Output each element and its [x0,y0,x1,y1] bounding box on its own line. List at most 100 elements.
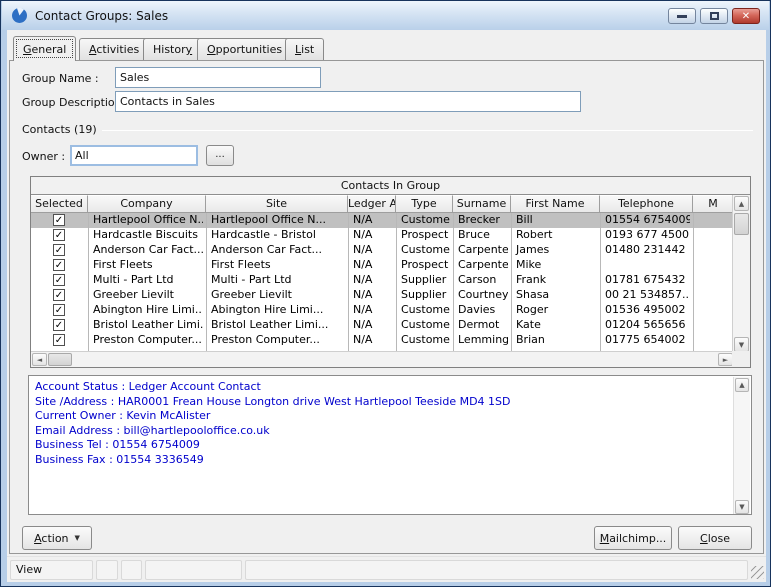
column-header[interactable]: Selected [31,195,88,213]
column-header[interactable]: First Name [511,195,600,213]
cell-surname: Bruce [454,228,508,243]
table-row[interactable]: ✓Hartlepool Office N...Hartlepool Office… [31,213,734,228]
scroll-left-button[interactable]: ◄ [32,353,47,366]
column-header[interactable]: Site [206,195,348,213]
scroll-right-icon: ► [723,356,728,364]
column-header[interactable]: Surname [453,195,511,213]
cell-ledger: N/A [349,333,393,348]
details-scrollbar[interactable]: ▲ ▼ [733,377,750,515]
detail-line: Business Tel : 01554 6754009 [29,438,751,453]
cell-surname: Brecker [454,213,508,228]
close-icon: ✕ [742,11,750,22]
tab-list[interactable]: List [285,38,324,60]
cell-type: Customer [397,318,450,333]
column-divider [600,213,601,353]
cell-type: Customer [397,303,450,318]
owner-input[interactable]: All [70,145,198,166]
cell-first-name: Shasa [512,288,597,303]
cell-telephone: 01536 495002 [601,303,690,318]
row-checkbox[interactable]: ✓ [53,274,65,286]
scroll-down-button[interactable]: ▼ [734,337,749,352]
contacts-section-divider [102,130,753,131]
scroll-right-button[interactable]: ► [718,353,733,366]
row-checkbox[interactable]: ✓ [53,304,65,316]
cell-first-name: Brian [512,333,597,348]
contacts-grid: Contacts In Group SelectedCompanySiteLed… [30,176,751,368]
table-row[interactable]: ✓Multi - Part LtdMulti - Part LtdN/ASupp… [31,273,734,288]
tab-general[interactable]: General [13,36,76,61]
check-icon: ✓ [55,290,63,301]
row-checkbox[interactable]: ✓ [53,244,65,256]
grid-vertical-scrollbar[interactable]: ▲ ▼ [732,195,750,353]
cell-ledger: N/A [349,318,393,333]
scroll-up-button[interactable]: ▲ [734,196,749,211]
cell-surname: Courtney [454,288,508,303]
status-panel [96,560,118,580]
status-panel-view: View [10,560,93,580]
tab-page-general: Group Name : Sales Group Description : C… [9,60,764,554]
check-icon: ✓ [55,335,63,346]
details-scroll-down-button[interactable]: ▼ [735,500,749,514]
column-header[interactable]: Company [88,195,206,213]
owner-browse-button[interactable]: ... [206,145,234,166]
details-scroll-up-button[interactable]: ▲ [735,378,749,392]
row-checkbox[interactable]: ✓ [53,319,65,331]
status-panel [145,560,242,580]
cell-first-name: Robert [512,228,597,243]
cell-telephone: 01781 675432 [601,273,690,288]
cell-ledger: N/A [349,273,393,288]
detail-lines: Account Status : Ledger Account ContactS… [29,376,751,467]
row-checkbox[interactable]: ✓ [53,229,65,241]
row-checkbox[interactable]: ✓ [53,334,65,346]
group-name-input[interactable]: Sales [115,67,321,88]
maximize-button[interactable] [700,8,728,24]
column-divider [511,213,512,353]
table-row[interactable]: ✓ Preston Computer... Preston Computer... N… [31,333,734,348]
cell-surname: Davies [454,303,508,318]
column-divider [453,213,454,353]
cell-ledger: N/A [349,303,393,318]
tab-history[interactable]: History [143,38,202,60]
cell-telephone: 00 21 534857... [601,288,690,303]
dialog-content: General Activities History Opportunities… [7,30,766,582]
cell-site: Hardcastle - Bristol [207,228,345,243]
minimize-button[interactable] [668,8,696,24]
action-button[interactable]: Action ▼ [22,526,92,550]
grid-horizontal-scrollbar[interactable]: ◄ ► [31,351,734,367]
cell-surname: Carpenter [454,258,508,273]
group-description-input[interactable]: Contacts in Sales [115,91,581,112]
table-row[interactable]: ✓Greeber LieviltGreeber LieviltN/ASuppli… [31,288,734,303]
column-header[interactable]: M [693,195,734,213]
cell-ledger: N/A [349,288,393,303]
row-checkbox[interactable]: ✓ [53,259,65,271]
cell-type: Customer [397,333,450,348]
tab-opportunities[interactable]: Opportunities [197,38,292,60]
table-row[interactable]: ✓Hardcastle BiscuitsHardcastle - Bristol… [31,228,734,243]
cell-type: Customer [397,243,450,258]
scrollbar-corner [732,351,750,367]
row-checkbox[interactable]: ✓ [53,289,65,301]
table-row[interactable]: ✓Bristol Leather Limi...Bristol Leather … [31,318,734,333]
column-header[interactable]: Type [396,195,453,213]
cell-telephone [601,258,690,273]
mailchimp-button[interactable]: Mailchimp... [594,526,672,550]
column-header[interactable]: Telephone [600,195,693,213]
cell-site: Hartlepool Office N... [207,213,345,228]
cell-first-name: Roger [512,303,597,318]
cell-company: Preston Computer... [89,333,203,348]
column-header[interactable]: Ledger A/C [348,195,396,213]
close-dialog-button[interactable]: Close [678,526,752,550]
close-button[interactable]: ✕ [732,8,760,24]
cell-site: Bristol Leather Limi... [207,318,345,333]
table-row[interactable]: ✓First FleetsFirst FleetsN/AProspectCarp… [31,258,734,273]
cell-telephone: 01775 654002 [601,333,690,348]
app-icon [11,7,28,24]
row-checkbox[interactable]: ✓ [53,214,65,226]
table-row[interactable]: ✓Anderson Car Fact...Anderson Car Fact..… [31,243,734,258]
cell-site: Preston Computer... [207,333,345,348]
table-row[interactable]: ✓Abington Hire Limi...Abington Hire Limi… [31,303,734,318]
tab-activities[interactable]: Activities [79,38,149,60]
vscroll-thumb[interactable] [734,213,749,235]
resize-grip[interactable] [751,566,764,579]
hscroll-thumb[interactable] [48,353,72,366]
